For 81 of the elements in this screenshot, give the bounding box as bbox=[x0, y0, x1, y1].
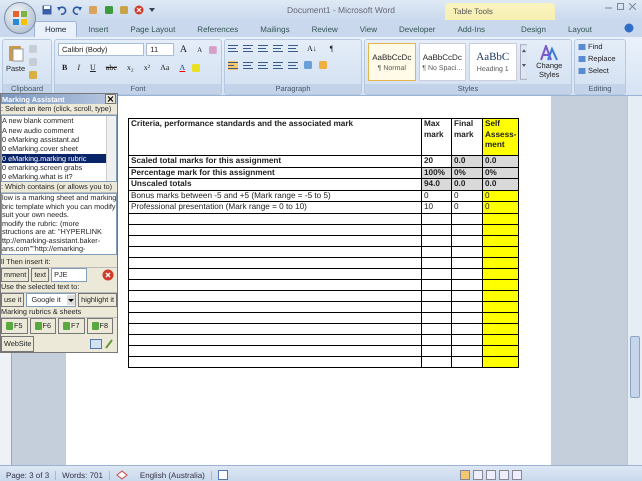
grow-font-button[interactable]: A bbox=[176, 42, 192, 57]
numbering-icon[interactable] bbox=[243, 44, 253, 53]
contextual-tab-header: Table Tools bbox=[445, 3, 555, 20]
key-icon bbox=[92, 322, 99, 330]
letters-icon bbox=[540, 45, 558, 61]
ribbon-tab[interactable]: Insert bbox=[77, 21, 120, 37]
close-icon[interactable] bbox=[105, 94, 116, 104]
table-cell bbox=[422, 268, 452, 279]
line-spacing-icon[interactable] bbox=[288, 60, 298, 70]
table-cell bbox=[422, 213, 452, 224]
table-cell: Professional presentation (Mark range = 0 to 10) bbox=[128, 202, 422, 213]
table-cell bbox=[422, 301, 452, 312]
proofing-icon[interactable] bbox=[116, 470, 128, 480]
table-cell bbox=[422, 356, 452, 367]
column-header: Max mark bbox=[422, 118, 452, 156]
table-cell: Bonus marks between -5 and +5 (Mark range = -5 to 5) bbox=[128, 190, 422, 202]
list-scrollbar[interactable] bbox=[106, 116, 116, 182]
table-cell bbox=[422, 235, 452, 246]
maximize-icon[interactable] bbox=[617, 3, 624, 10]
word-count[interactable]: Words: 701 bbox=[56, 470, 110, 480]
page-count[interactable]: Page: 3 of 3 bbox=[0, 470, 56, 480]
format-button[interactable]: x₂ bbox=[122, 61, 138, 74]
key-icon bbox=[6, 322, 13, 330]
table-cell bbox=[422, 290, 452, 301]
ribbon-tab[interactable]: Add-Ins bbox=[446, 21, 496, 37]
table-cell bbox=[422, 224, 452, 235]
column-header: Criteria, performance standards and the associated mark bbox=[128, 118, 422, 156]
table-cell: Percentage mark for this assignment bbox=[128, 167, 422, 178]
align-right-icon[interactable] bbox=[258, 60, 268, 70]
office-button[interactable] bbox=[4, 2, 36, 34]
table-cell bbox=[422, 323, 452, 334]
align-left-icon[interactable] bbox=[228, 60, 238, 70]
save-icon[interactable] bbox=[42, 5, 52, 15]
show-marks-button[interactable]: ¶ bbox=[326, 42, 338, 55]
format-button[interactable]: abc bbox=[102, 61, 121, 74]
logo-icon bbox=[12, 10, 28, 26]
table-cell bbox=[422, 279, 452, 290]
stop-icon[interactable] bbox=[102, 268, 114, 281]
customize-caret-icon[interactable] bbox=[149, 8, 155, 12]
ribbon-tab[interactable]: Layout bbox=[556, 21, 603, 37]
bullets-icon[interactable] bbox=[228, 44, 238, 53]
table-cell bbox=[422, 246, 452, 257]
table-cell bbox=[422, 257, 452, 268]
ribbon-tab[interactable]: Home bbox=[34, 21, 78, 37]
format-button[interactable]: x² bbox=[140, 61, 154, 74]
ribbon-tab[interactable]: View bbox=[348, 21, 388, 37]
center-icon[interactable] bbox=[243, 60, 253, 70]
ribbon-tab[interactable]: Page Layout bbox=[119, 21, 186, 37]
sort-button[interactable]: A↓ bbox=[303, 42, 321, 55]
decrease-indent-icon[interactable] bbox=[273, 44, 283, 53]
scrollbar[interactable] bbox=[627, 96, 642, 465]
key-icon bbox=[63, 322, 70, 330]
justify-icon[interactable] bbox=[273, 60, 283, 70]
stop-icon[interactable] bbox=[134, 5, 144, 15]
ribbon-tab[interactable]: Review bbox=[300, 21, 349, 37]
table-cell bbox=[422, 334, 452, 345]
format-button[interactable]: U bbox=[86, 61, 100, 74]
column-header: Final mark bbox=[452, 118, 482, 156]
key-icon bbox=[34, 322, 42, 330]
gallery-scroll-icon[interactable] bbox=[520, 44, 528, 80]
help-icon[interactable] bbox=[624, 23, 634, 33]
column-header: Self Assess-ment bbox=[482, 118, 518, 156]
ribbon-tab[interactable]: References bbox=[186, 21, 250, 37]
clipboard-icon bbox=[8, 44, 24, 62]
increase-indent-icon[interactable] bbox=[288, 44, 298, 53]
table-cell: Scaled total marks for this assignment bbox=[128, 156, 422, 167]
redo-icon[interactable] bbox=[72, 5, 82, 15]
ribbon-tab[interactable]: Design bbox=[510, 21, 557, 37]
format-button[interactable]: Aa bbox=[156, 61, 174, 74]
format-button[interactable]: I bbox=[73, 61, 84, 74]
window-title: Document1 - Microsoft Word bbox=[286, 5, 395, 15]
table-cell bbox=[422, 345, 452, 356]
multilevel-list-icon[interactable] bbox=[258, 44, 268, 53]
table-cell: Unscaled totals bbox=[128, 178, 422, 190]
format-button[interactable]: A bbox=[175, 61, 190, 74]
ribbon-tab[interactable]: Developer bbox=[388, 21, 446, 37]
table-cell bbox=[422, 312, 452, 323]
ribbon-tab[interactable]: Mailings bbox=[249, 21, 301, 37]
undo-icon[interactable] bbox=[57, 5, 67, 15]
format-button[interactable]: B bbox=[58, 61, 72, 74]
language-indicator[interactable]: English (Australia) bbox=[134, 470, 212, 480]
